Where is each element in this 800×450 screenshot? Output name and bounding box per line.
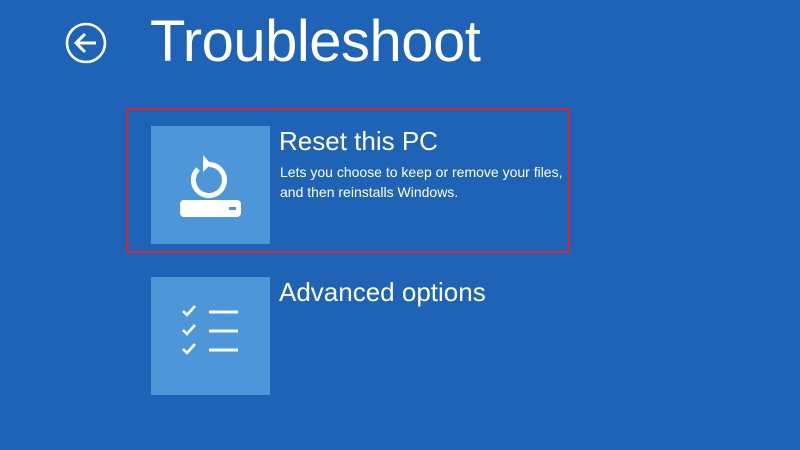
- reset-pc-icon: [180, 155, 241, 217]
- reset-option-title: Reset this PC: [279, 126, 438, 156]
- reset-option-description: Lets you choose to keep or remove your f…: [280, 164, 563, 200]
- advanced-options-option[interactable]: Advanced options: [151, 277, 751, 395]
- back-arrow-icon: [65, 22, 107, 64]
- page-title: Troubleshoot: [150, 9, 481, 74]
- advanced-option-title: Advanced options: [279, 277, 486, 307]
- reset-this-pc-option[interactable]: Reset this PC Lets you choose to keep or…: [151, 126, 751, 244]
- checklist-icon: [182, 305, 238, 355]
- advanced-tile-icon-box: [151, 277, 270, 395]
- back-button[interactable]: [64, 21, 108, 65]
- reset-tile-icon-box: [151, 126, 270, 244]
